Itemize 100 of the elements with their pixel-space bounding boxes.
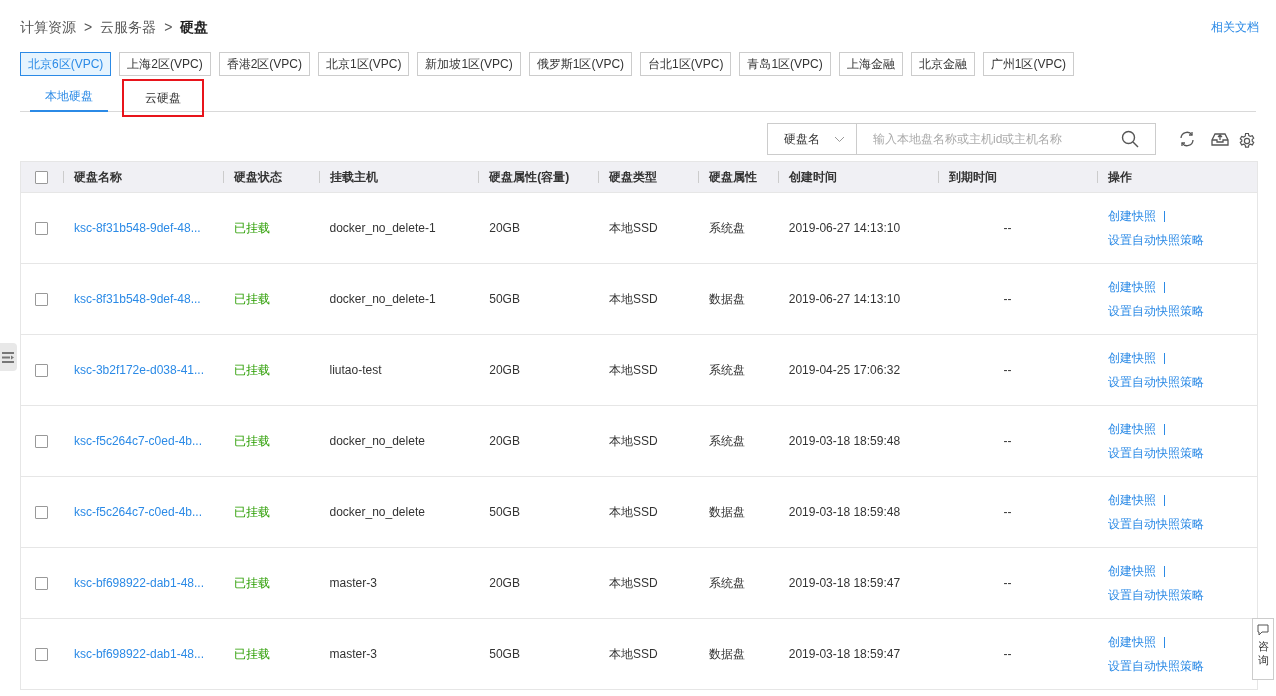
table-cell: 本地SSD [609,647,658,661]
status-text: 已挂载 [233,221,270,235]
disk-name-link[interactable]: ksc-bf698922-dab1-48... [73,576,204,590]
action-link[interactable]: 设置自动快照策略 [1108,231,1205,249]
table-cell: 50GB [489,292,520,306]
consult-label: 咨询 [1257,639,1269,668]
disk-name-link[interactable]: ksc-f5c264c7-c0ed-4b... [73,505,202,519]
action-link[interactable]: 创建快照 [1108,420,1157,438]
disk-name-link[interactable]: ksc-8f31b548-9def-48... [73,221,201,235]
table-cell: 2019-04-25 17:06:32 [788,363,901,377]
table-cell: docker_no_delete-1 [329,221,436,235]
search-icon[interactable] [1121,130,1139,148]
table-cell: -- [1003,505,1012,519]
region-tab[interactable]: 青岛1区(VPC) [739,52,831,76]
action-link[interactable]: 创建快照 [1108,562,1157,580]
region-tab[interactable]: 新加坡1区(VPC) [417,52,521,76]
disk-name-link[interactable]: ksc-bf698922-dab1-48... [73,647,204,661]
row-checkbox[interactable] [35,647,49,661]
table-cell: -- [1003,221,1012,235]
table-cell: 2019-06-27 14:13:10 [788,292,901,306]
region-tab[interactable]: 香港2区(VPC) [218,52,311,76]
table-cell: 50GB [489,647,520,661]
action-link[interactable]: 创建快照 [1108,349,1157,367]
refresh-icon[interactable] [1178,130,1196,148]
action-link[interactable]: 创建快照 [1108,278,1157,296]
action-link[interactable]: 创建快照 [1108,633,1157,651]
disk-name-link[interactable]: ksc-f5c264c7-c0ed-4b... [73,434,202,448]
action-link[interactable]: 设置自动快照策略 [1108,586,1205,604]
table-cell: 2019-03-18 18:59:47 [788,647,901,661]
table-cell: master-3 [329,647,377,661]
table-cell: 2019-06-27 14:13:10 [788,221,901,235]
region-tab[interactable]: 俄罗斯1区(VPC) [528,52,633,76]
row-checkbox[interactable] [35,434,49,448]
table-cell: -- [1003,576,1012,590]
table-cell: 20GB [489,576,520,590]
column-header: 创建时间 [788,169,837,186]
region-tab[interactable]: 北京1区(VPC) [318,52,410,76]
table-cell: 50GB [489,505,520,519]
region-tab[interactable]: 台北1区(VPC) [640,52,732,76]
select-all-checkbox[interactable] [35,170,49,184]
action-link[interactable]: 设置自动快照策略 [1108,373,1205,391]
table-cell: 2019-03-18 18:59:48 [788,505,901,519]
table-cell: 本地SSD [609,221,658,235]
status-text: 已挂载 [233,576,270,590]
settings-icon[interactable] [1238,132,1256,150]
table-cell: 数据盘 [708,505,745,519]
sidebar-toggle[interactable] [0,343,17,371]
action-link[interactable]: 设置自动快照策略 [1108,515,1205,533]
action-link[interactable]: 创建快照 [1108,207,1157,225]
status-text: 已挂载 [233,505,270,519]
region-tab[interactable]: 北京6区(VPC) [20,52,112,76]
disk-name-link[interactable]: ksc-3b2f172e-d038-41... [73,363,204,377]
list-icon [2,351,15,363]
table-cell: 本地SSD [609,363,658,377]
table-cell: 20GB [489,363,520,377]
column-header: 操作 [1108,169,1133,186]
table-cell: 20GB [489,221,520,235]
breadcrumb-current: 硬盘 [180,17,209,37]
table-cell: 系统盘 [708,434,745,448]
table-cell: 2019-03-18 18:59:47 [788,576,901,590]
disk-name-link[interactable]: ksc-8f31b548-9def-48... [73,292,201,306]
region-tab[interactable]: 广州1区(VPC) [982,52,1075,76]
action-link[interactable]: 创建快照 [1108,491,1157,509]
column-header: 硬盘类型 [609,169,658,186]
consult-widget[interactable]: 咨询 [1252,618,1274,680]
column-header: 硬盘属性(容量) [489,169,570,186]
region-tab[interactable]: 上海2区(VPC) [119,52,211,76]
row-checkbox[interactable] [35,221,49,235]
table-cell: 2019-03-18 18:59:48 [788,434,901,448]
tab[interactable]: 本地硬盘 [30,82,108,112]
filter-dropdown[interactable]: 硬盘名 [767,123,857,155]
breadcrumb-separator: > [84,17,93,37]
table-cell: 数据盘 [708,647,745,661]
region-tab[interactable]: 上海金融 [838,52,903,76]
breadcrumb-link[interactable]: 计算资源 [20,16,76,38]
table-cell: 系统盘 [708,221,745,235]
breadcrumb-separator: > [164,17,173,37]
table-cell: 数据盘 [708,292,745,306]
table-cell: -- [1003,363,1012,377]
tab[interactable]: 云硬盘 [124,81,202,115]
action-link[interactable]: 设置自动快照策略 [1108,657,1205,675]
search-input[interactable]: 输入本地盘名称或主机id或主机名称 [873,130,1121,148]
row-checkbox[interactable] [35,505,49,519]
status-text: 已挂载 [233,647,270,661]
table-cell: docker_no_delete-1 [329,292,436,306]
row-checkbox[interactable] [35,363,49,377]
row-checkbox[interactable] [35,292,49,306]
status-text: 已挂载 [233,292,270,306]
column-header: 硬盘状态 [233,169,282,186]
table-cell: -- [1003,292,1012,306]
breadcrumb-link[interactable]: 云服务器 [100,16,157,38]
row-checkbox[interactable] [35,576,49,590]
table-cell: docker_no_delete [329,505,425,519]
search-field[interactable]: 输入本地盘名称或主机id或主机名称 [856,123,1156,155]
chevron-down-icon [834,135,845,143]
action-link[interactable]: 设置自动快照策略 [1108,444,1205,462]
region-tab[interactable]: 北京金融 [910,52,975,76]
docs-link[interactable]: 相关文档 [1211,18,1259,36]
action-link[interactable]: 设置自动快照策略 [1108,302,1205,320]
table-cell: master-3 [329,576,377,590]
